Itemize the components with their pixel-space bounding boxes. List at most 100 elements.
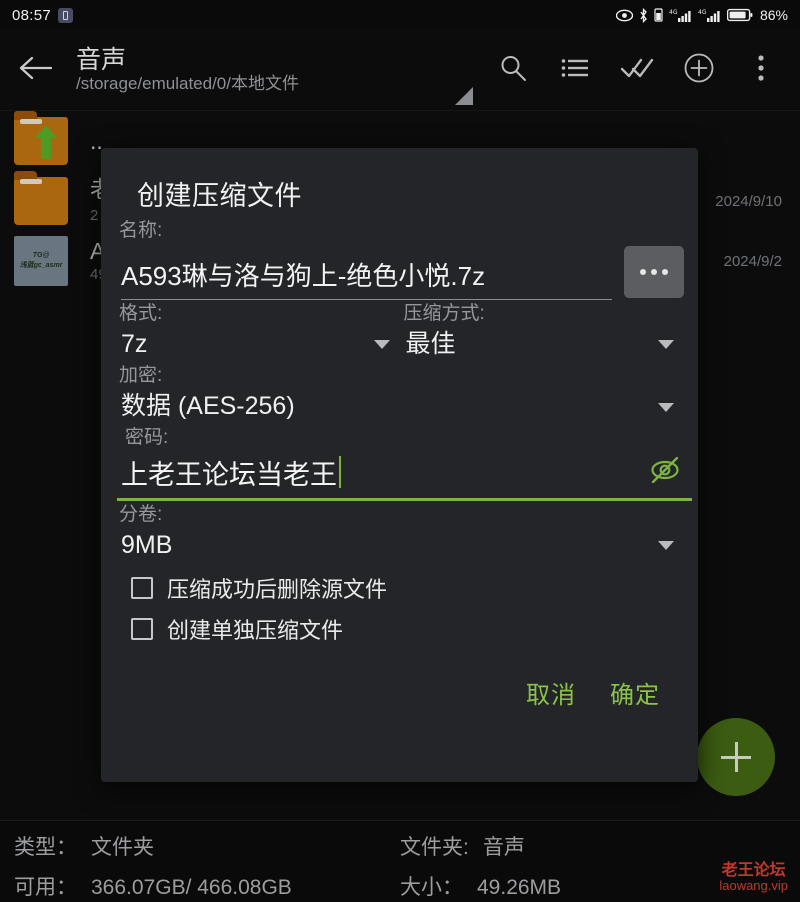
battery-icon	[726, 8, 753, 22]
password-field-wrapper: 密码: 上老王论坛当老王	[115, 424, 692, 501]
size-key: 大小：	[400, 876, 463, 899]
checkbox-label: 压缩成功后删除源文件	[167, 576, 388, 602]
type-key: 类型：	[14, 836, 77, 859]
list-item-date: 2024/9/10	[715, 192, 782, 210]
parent-folder-icon	[14, 111, 72, 167]
create-archive-dialog: 创建压缩文件 名称: A593琳与洛与狗上-绝色小悦.7z 格式: 7z 压缩方…	[101, 148, 698, 782]
overflow-menu-button[interactable]	[730, 35, 792, 105]
dialog-actions: 取消 确定	[115, 645, 684, 710]
chevron-down-icon	[373, 340, 390, 350]
status-bar-right: 4G 4G 86%	[615, 7, 788, 23]
add-circle-button[interactable]	[668, 35, 730, 105]
watermark-line1: 老王论坛	[721, 861, 786, 879]
volume-value: 9MB	[121, 531, 173, 559]
status-bar-left: 08:57	[12, 6, 74, 24]
volume-label: 分卷:	[119, 503, 163, 525]
method-value: 最佳	[405, 330, 456, 358]
app-bar-titles: 音声 /storage/emulated/0/本地文件	[70, 45, 482, 94]
encryption-select[interactable]: 数据 (AES-256)	[115, 390, 684, 424]
list-item-date: 2024/9/2	[723, 252, 782, 270]
svg-text:4G: 4G	[698, 9, 707, 16]
search-icon	[498, 53, 528, 88]
up-arrow-icon	[34, 123, 58, 166]
watermark: 老王论坛 laowang.vip	[719, 862, 788, 894]
bottom-status-bar: 类型： 文件夹 可用： 366.07GB/ 466.08GB 文件夹: 音声 大…	[0, 820, 800, 902]
size-value: 49.26MB	[477, 876, 562, 899]
name-row: A593琳与洛与狗上-绝色小悦.7z	[115, 245, 684, 300]
thumbnail-text-line2: 浅蓝gc_asmr	[19, 261, 63, 269]
browse-button[interactable]	[624, 245, 684, 298]
eye-off-icon	[648, 456, 682, 487]
format-label: 格式:	[119, 302, 163, 324]
archive-name-input[interactable]: A593琳与洛与狗上-绝色小悦.7z	[121, 256, 612, 300]
folder-key: 文件夹:	[400, 836, 469, 859]
type-line: 类型： 文件夹	[14, 831, 400, 861]
encryption-value: 数据 (AES-256)	[121, 392, 295, 421]
confirm-button[interactable]: 确定	[610, 675, 660, 710]
checkbox-separate-archives[interactable]: 创建单独压缩文件	[115, 604, 684, 645]
select-all-button[interactable]	[606, 35, 668, 105]
list-view-button[interactable]	[544, 35, 606, 105]
eye-icon	[615, 9, 633, 22]
cancel-button[interactable]: 取消	[526, 675, 576, 710]
format-select[interactable]: 7z	[115, 328, 400, 362]
text-cursor	[339, 456, 341, 488]
signal-4g-2-icon: 4G	[698, 8, 721, 23]
checkbox-label: 创建单独压缩文件	[167, 617, 344, 643]
checkbox-delete-source[interactable]: 压缩成功后删除源文件	[115, 563, 684, 604]
signal-4g-1-icon: 4G	[669, 8, 692, 23]
app-bar-actions	[482, 35, 800, 105]
free-space-line: 可用： 366.07GB/ 466.08GB	[14, 871, 400, 901]
overflow-menu-icon	[757, 54, 765, 87]
list-view-icon	[561, 56, 589, 85]
chevron-down-icon	[658, 340, 674, 350]
image-thumbnail: TG@ 浅蓝gc_asmr	[14, 235, 72, 287]
free-key: 可用：	[14, 876, 77, 899]
bottom-left-column: 类型： 文件夹 可用： 366.07GB/ 466.08GB	[14, 831, 400, 901]
battery-percent: 86%	[759, 7, 788, 23]
watermark-line2: laowang.vip	[719, 878, 788, 894]
thumbnail-text-line1: TG@	[32, 252, 50, 260]
checkbox-box[interactable]	[131, 617, 153, 640]
method-select[interactable]: 最佳	[400, 328, 685, 362]
folder-value: 音声	[482, 836, 525, 859]
free-value: 366.07GB/ 466.08GB	[91, 876, 292, 899]
chevron-down-icon	[658, 541, 674, 551]
method-column: 压缩方式: 最佳	[400, 300, 685, 362]
svg-text:4G: 4G	[669, 9, 678, 16]
back-button[interactable]	[0, 55, 70, 86]
back-arrow-icon	[18, 55, 53, 86]
dialog-title: 创建压缩文件	[137, 181, 302, 211]
password-value: 上老王论坛当老王	[121, 459, 337, 490]
resize-handle-icon[interactable]	[455, 87, 473, 105]
add-fab-button[interactable]	[697, 718, 775, 796]
password-visibility-toggle[interactable]	[648, 456, 682, 488]
status-bar: 08:57 4G 4G 86%	[0, 0, 800, 30]
format-method-row: 格式: 7z 压缩方式: 最佳	[115, 300, 684, 362]
type-value: 文件夹	[91, 836, 154, 859]
add-circle-icon	[683, 52, 715, 89]
password-label: 密码:	[125, 427, 169, 448]
name-label: 名称:	[119, 220, 163, 241]
breadcrumb-path: /storage/emulated/0/本地文件	[76, 73, 299, 93]
search-button[interactable]	[482, 35, 544, 105]
checkbox-box[interactable]	[131, 576, 153, 599]
password-row: 上老王论坛当老王	[121, 453, 682, 498]
folder-icon	[14, 171, 72, 227]
status-clock: 08:57	[12, 6, 52, 24]
select-all-icon	[620, 56, 654, 85]
format-value: 7z	[121, 330, 148, 358]
sim-battery-icon	[654, 8, 663, 22]
chevron-down-icon	[658, 402, 674, 412]
bottom-grid: 类型： 文件夹 可用： 366.07GB/ 466.08GB 文件夹: 音声 大…	[14, 831, 786, 901]
notification-badge-icon	[58, 7, 74, 23]
password-input[interactable]: 上老王论坛当老王	[121, 453, 341, 492]
volume-select[interactable]: 9MB	[115, 529, 684, 563]
page-title: 音声	[76, 45, 127, 74]
encryption-label: 加密:	[119, 364, 163, 386]
format-column: 格式: 7z	[115, 300, 400, 362]
app-bar: 音声 /storage/emulated/0/本地文件	[0, 30, 800, 110]
screen-root: 08:57 4G 4G 86% 音声 /storage/emulated/0/本…	[0, 0, 800, 902]
bluetooth-icon	[639, 7, 648, 23]
folder-line: 文件夹: 音声	[400, 831, 786, 861]
